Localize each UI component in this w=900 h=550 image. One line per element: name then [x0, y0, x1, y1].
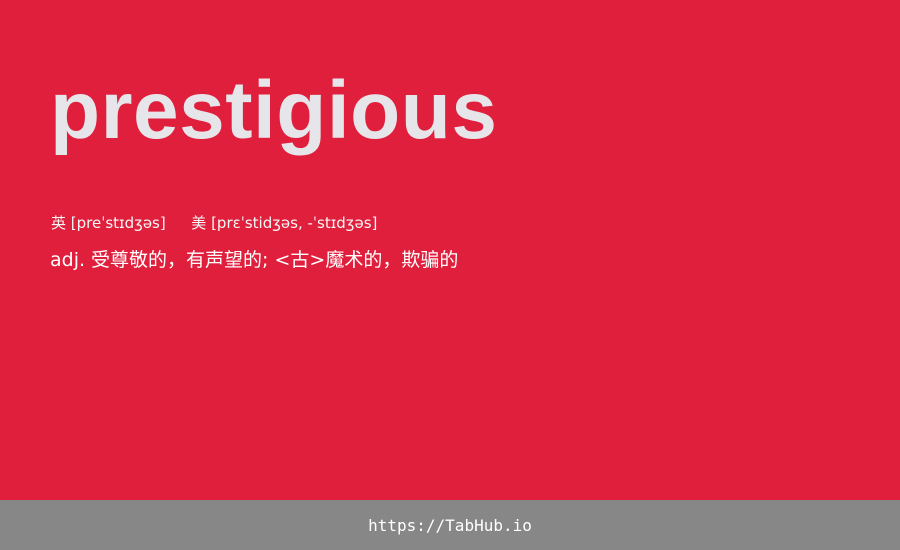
word-title: prestigious: [50, 65, 498, 156]
word-card: prestigious 英 [preˈstɪdʒəs] 美 [prɛˈstidʒ…: [0, 0, 900, 500]
tabhub-link[interactable]: https://TabHub.io: [368, 516, 532, 535]
uk-label: 英: [51, 214, 67, 232]
us-phonetic: [prɛˈstidʒəs, -ˈstɪdʒəs]: [211, 214, 378, 232]
footer-bar: https://TabHub.io: [0, 500, 900, 550]
us-label: 美: [191, 214, 207, 232]
definition: adj. 受尊敬的，有声望的; <古>魔术的，欺骗的: [50, 249, 459, 271]
phonetics-line: 英 [preˈstɪdʒəs] 美 [prɛˈstidʒəs, -ˈstɪdʒə…: [51, 212, 377, 234]
uk-phonetic: [preˈstɪdʒəs]: [70, 214, 166, 232]
